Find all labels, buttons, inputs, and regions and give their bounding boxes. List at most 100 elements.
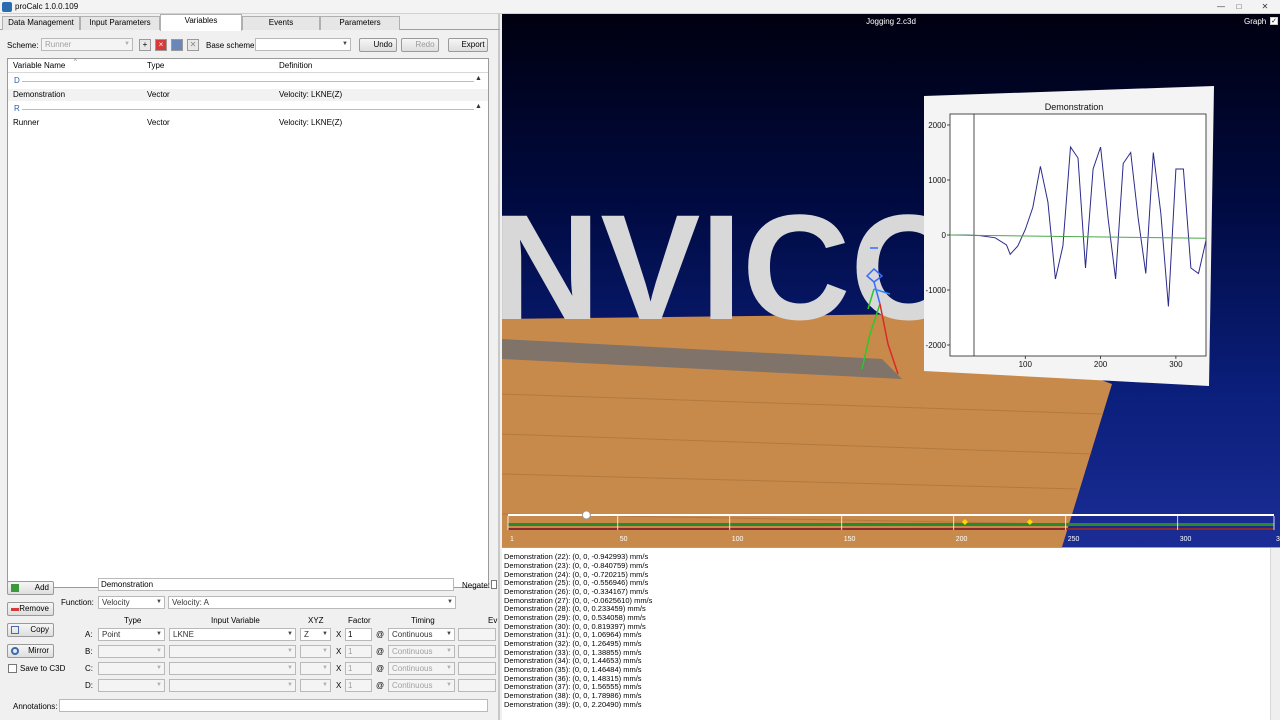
timeline-tick-label: 1 — [510, 536, 514, 543]
minus-icon — [11, 608, 19, 611]
chevron-down-icon: ▼ — [446, 648, 452, 654]
timing-dropdown-d[interactable]: Continuous ▼ — [388, 679, 455, 692]
add-button[interactable]: Add — [7, 581, 54, 595]
type-dropdown-d[interactable]: ▼ — [98, 679, 165, 692]
tab-parameters[interactable]: Parameters — [320, 16, 400, 30]
3d-viewport[interactable]: NVICO Jogging 2.c3d Graph ✓ Demonstratio… — [502, 14, 1280, 547]
type-dropdown-c[interactable]: ▼ — [98, 662, 165, 675]
group-header-d[interactable]: D ▲ — [8, 75, 488, 87]
factor-input-a[interactable]: 1 — [345, 628, 372, 641]
type-dropdown-b[interactable]: ▼ — [98, 645, 165, 658]
chevron-down-icon: ▼ — [156, 648, 162, 654]
sort-ascending-icon: ^ — [74, 59, 77, 65]
app-icon — [2, 2, 12, 12]
column-header-timing: Timing — [411, 616, 435, 625]
base-scheme-dropdown[interactable]: ▼ — [255, 38, 351, 51]
export-button[interactable]: Export — [448, 38, 488, 52]
table-row[interactable]: Demonstration Vector Velocity: LKNE(Z) — [8, 89, 488, 101]
row-label-d: D: — [85, 681, 93, 690]
redo-button[interactable]: Redo — [401, 38, 439, 52]
column-header-definition[interactable]: Definition — [279, 61, 312, 70]
timeline-tick-label: 250 — [1068, 536, 1080, 543]
copy-icon — [11, 626, 19, 634]
input-variable-dropdown-d[interactable]: ▼ — [169, 679, 296, 692]
remove-label: Remove — [19, 604, 49, 613]
timing-value: Continuous — [392, 681, 433, 690]
save-to-c3d-checkbox[interactable] — [8, 664, 17, 673]
collapse-icon[interactable]: ▲ — [475, 103, 482, 110]
file-title: Jogging 2.c3d — [866, 17, 916, 26]
add-scheme-icon[interactable]: + — [139, 39, 151, 51]
chevron-down-icon: ▼ — [322, 648, 328, 654]
remove-button[interactable]: Remove — [7, 602, 54, 616]
group-header-r[interactable]: R ▲ — [8, 103, 488, 115]
timeline-tick-label: 343 — [1276, 536, 1280, 543]
tab-data-management[interactable]: Data Management — [2, 16, 80, 30]
variables-table: Variable Name ^ Type Definition D ▲ Demo… — [7, 58, 489, 588]
mirror-button[interactable]: Mirror — [7, 644, 54, 658]
graph-toggle-checkbox[interactable]: ✓ — [1270, 17, 1278, 25]
timing-dropdown-b[interactable]: Continuous ▼ — [388, 645, 455, 658]
column-header-input-variable: Input Variable — [211, 616, 260, 625]
input-variable-dropdown-b[interactable]: ▼ — [169, 645, 296, 658]
timing-dropdown-c[interactable]: Continuous ▼ — [388, 662, 455, 675]
timing-dropdown-a[interactable]: Continuous ▼ — [388, 628, 455, 641]
type-dropdown-a[interactable]: Point ▼ — [98, 628, 165, 641]
tab-variables[interactable]: Variables — [160, 14, 242, 31]
variable-name-input[interactable]: Demonstration — [98, 578, 454, 591]
log-scrollbar[interactable] — [1270, 548, 1280, 720]
xyz-dropdown-b[interactable]: ▼ — [300, 645, 331, 658]
y-tick-label: 0 — [942, 231, 947, 240]
tab-events[interactable]: Events — [242, 16, 320, 30]
xyz-dropdown-a[interactable]: Z ▼ — [300, 628, 331, 641]
undo-button[interactable]: Undo — [359, 38, 397, 52]
delete-scheme-icon[interactable]: × — [155, 39, 167, 51]
column-header-name[interactable]: Variable Name — [13, 61, 65, 70]
column-header-type[interactable]: Type — [147, 61, 164, 70]
column-header-extra: Ev — [488, 616, 498, 625]
collapse-icon[interactable]: ▲ — [475, 75, 482, 82]
close-scheme-icon[interactable]: ✕ — [187, 39, 199, 51]
maximize-icon[interactable]: □ — [1232, 1, 1246, 12]
timeline-tick-label: 150 — [844, 536, 856, 543]
copy-button[interactable]: Copy — [7, 623, 54, 637]
scheme-dropdown[interactable]: Runner ▼ — [41, 38, 133, 51]
log-line: Demonstration (28): (0, 0, 0.233459) mm/… — [504, 604, 646, 613]
annotations-input[interactable] — [59, 699, 488, 712]
close-icon[interactable]: ✕ — [1254, 1, 1276, 12]
function-dropdown[interactable]: Velocity ▼ — [98, 596, 165, 609]
factor-input-c[interactable]: 1 — [345, 662, 372, 675]
at-symbol: @ — [376, 681, 385, 690]
chevron-down-icon: ▼ — [446, 665, 452, 671]
mirror-label: Mirror — [28, 646, 49, 655]
column-header-factor: Factor — [348, 616, 371, 625]
minimize-icon[interactable]: — — [1214, 1, 1228, 12]
function-detail-dropdown[interactable]: Velocity: A ▼ — [168, 596, 456, 609]
extra-field-c[interactable] — [458, 662, 496, 675]
save-scheme-icon[interactable] — [171, 39, 183, 51]
input-variable-dropdown-a[interactable]: LKNE ▼ — [169, 628, 296, 641]
xyz-dropdown-c[interactable]: ▼ — [300, 662, 331, 675]
tab-input-parameters[interactable]: Input Parameters — [80, 16, 160, 30]
xyz-value: Z — [304, 630, 309, 639]
row-type: Vector — [147, 118, 170, 127]
x-tick-label: 200 — [1094, 360, 1108, 369]
x-tick-label: 300 — [1169, 360, 1183, 369]
input-variable-dropdown-c[interactable]: ▼ — [169, 662, 296, 675]
multiply-symbol: X — [336, 681, 342, 690]
timeline[interactable]: 150100150200250300343 — [502, 508, 1280, 547]
y-tick-label: 1000 — [928, 176, 946, 185]
timeline-slider-handle[interactable] — [581, 510, 591, 520]
xyz-dropdown-d[interactable]: ▼ — [300, 679, 331, 692]
timing-value: Continuous — [392, 647, 433, 656]
extra-field-b[interactable] — [458, 645, 496, 658]
table-row[interactable]: Runner Vector Velocity: LKNE(Z) — [8, 117, 488, 129]
base-scheme-label: Base scheme: — [206, 41, 257, 50]
at-symbol: @ — [376, 664, 385, 673]
factor-input-b[interactable]: 1 — [345, 645, 372, 658]
extra-field-d[interactable] — [458, 679, 496, 692]
log-line: Demonstration (32): (0, 0, 1.26495) mm/s — [504, 639, 642, 648]
factor-input-d[interactable]: 1 — [345, 679, 372, 692]
extra-field-a[interactable] — [458, 628, 496, 641]
negate-checkbox[interactable] — [491, 580, 497, 589]
